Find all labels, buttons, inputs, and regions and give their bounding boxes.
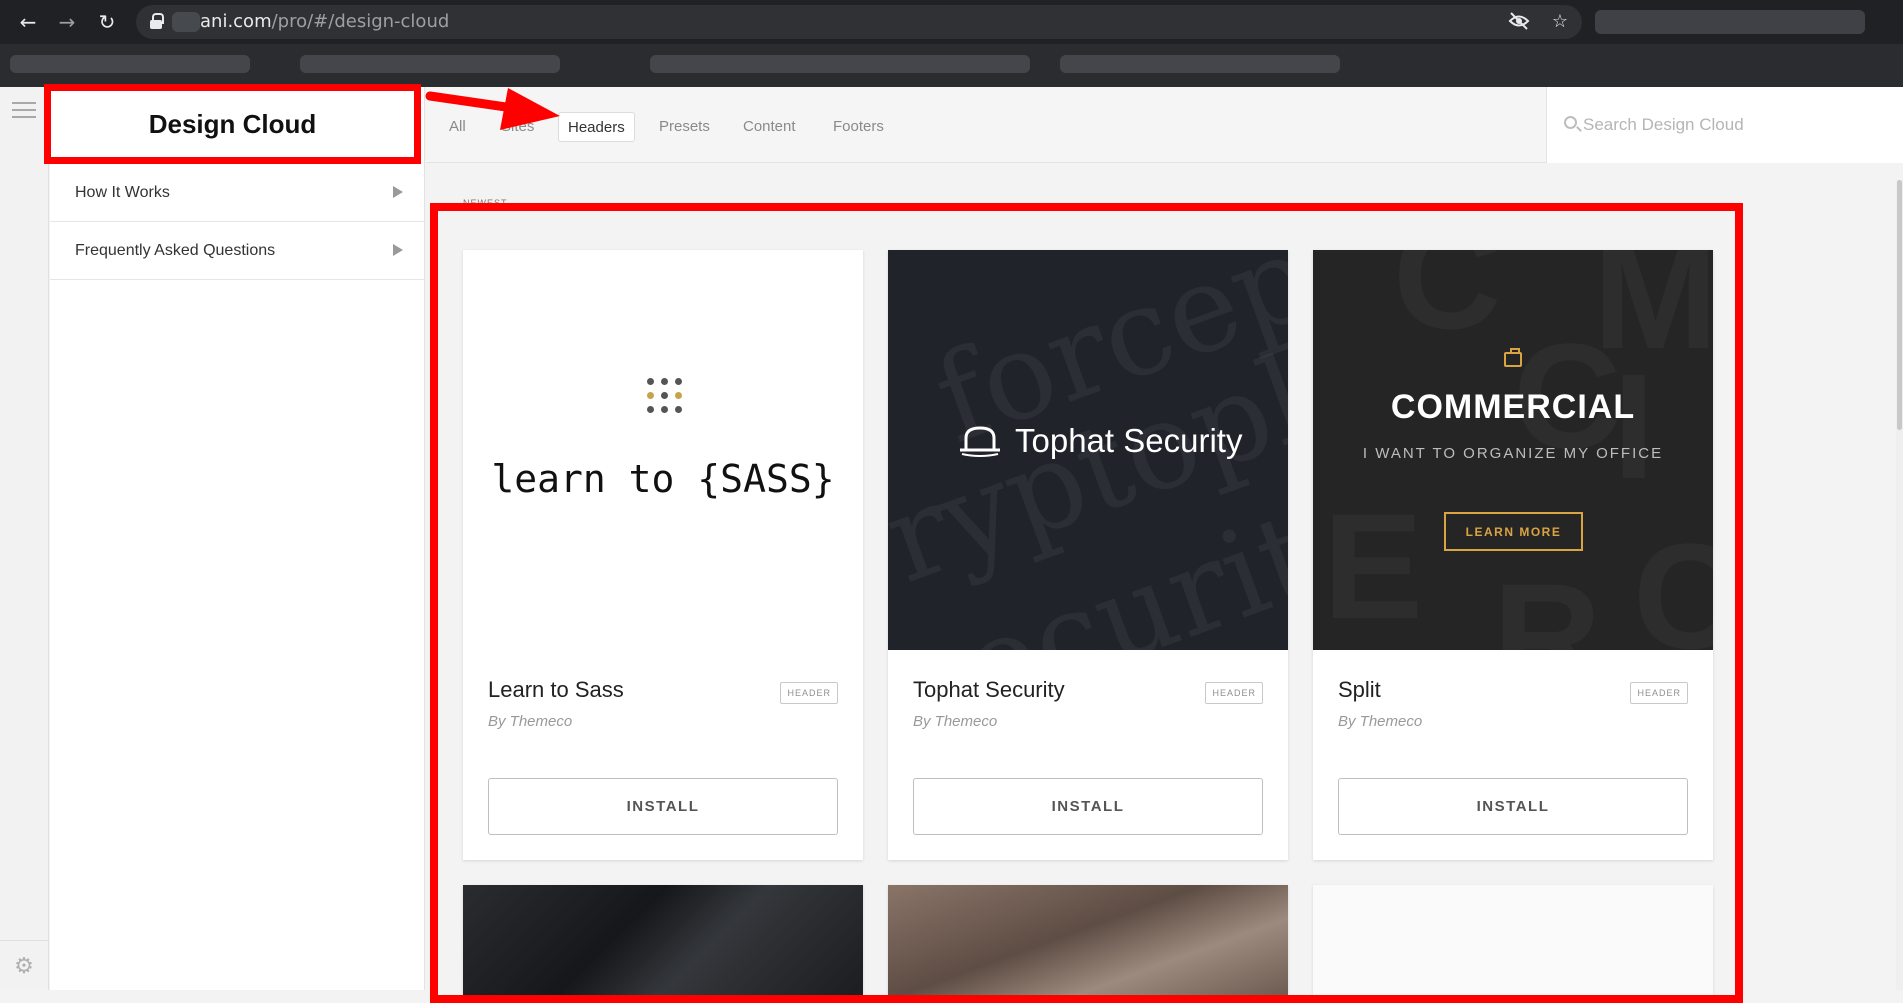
scrollbar-thumb[interactable] [1897,180,1902,430]
back-arrow-icon[interactable]: ← [14,8,42,36]
sidebar-item-label: Frequently Asked Questions [75,242,276,259]
url-text[interactable]: ani.com/pro/#/design-cloud [200,11,449,32]
search-box [1546,87,1903,163]
redacted-url-part [172,12,200,32]
redacted-bookmarks [1060,55,1340,73]
search-icon [1564,116,1577,129]
sidebar-title: Design Cloud [148,109,317,139]
redacted-bookmarks [300,55,560,73]
tab-all[interactable]: All [449,112,466,142]
redacted-bookmarks [650,55,1030,73]
tab-footers[interactable]: Footers [833,112,884,142]
sidebar-title-highlight: Design Cloud [44,84,421,164]
star-icon[interactable]: ☆ [1548,10,1572,34]
sidebar-item-how-it-works[interactable]: How It Works [50,164,425,222]
redacted-extensions [1595,10,1865,34]
sidebar-item-label: How It Works [75,184,170,201]
gear-icon[interactable]: ⚙ [12,955,36,979]
caret-right-icon [393,244,403,256]
url-path: /pro/#/design-cloud [271,11,450,32]
caret-right-icon [393,186,403,198]
tab-sites[interactable]: Sites [501,112,534,142]
tab-presets[interactable]: Presets [659,112,710,142]
url-host: ani.com [200,11,272,32]
reload-icon[interactable]: ↻ [93,8,121,36]
menu-icon[interactable] [12,102,36,118]
redacted-bookmarks [10,55,250,73]
annotation-highlight-box [430,203,1743,1003]
tool-rail [0,87,49,990]
lock-icon [150,13,164,29]
forward-arrow-icon[interactable]: → [53,8,81,36]
tab-headers[interactable]: Headers [558,112,635,142]
rail-divider [0,940,49,941]
tab-content[interactable]: Content [743,112,796,142]
sidebar-item-faq[interactable]: Frequently Asked Questions [50,222,425,280]
search-input[interactable] [1583,107,1883,143]
eye-slash-icon[interactable] [1507,10,1531,34]
